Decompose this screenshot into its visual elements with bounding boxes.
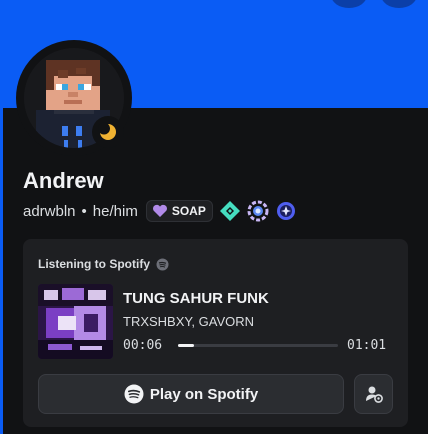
idle-moon-icon [98, 122, 116, 140]
duration-time: 01:01 [347, 338, 387, 353]
profile-meta-row: adrwbln • he/him SOAP [23, 198, 297, 224]
username[interactable]: adrwbln [23, 203, 76, 220]
status-indicator [92, 116, 124, 148]
heart-icon [152, 204, 167, 217]
album-art[interactable] [38, 284, 113, 359]
server-booster-icon[interactable] [247, 200, 269, 222]
play-button-label: Play on Spotify [149, 385, 259, 403]
clan-tag[interactable]: SOAP [145, 200, 213, 222]
play-on-spotify-button[interactable]: Play on Spotify [38, 374, 344, 414]
banner-action-button[interactable] [331, 0, 367, 8]
progress-bar [178, 344, 338, 347]
pronouns: he/him [92, 202, 138, 220]
album-cover-image [38, 284, 113, 359]
user-settings-icon [365, 386, 383, 403]
display-name: Andrew [23, 168, 104, 193]
activity-card: Listening to Spotify TUNG SAHUR FUNK TRX… [23, 239, 408, 427]
meta-separator: • [81, 202, 87, 220]
clan-tag-label: SOAP [171, 204, 206, 218]
hypesquad-balance-icon[interactable] [219, 200, 241, 222]
activity-header-label: Listening to Spotify [38, 257, 150, 271]
quest-badge-icon[interactable] [275, 200, 297, 222]
view-profile-button[interactable] [354, 374, 393, 414]
activity-header: Listening to Spotify [38, 257, 169, 271]
spotify-logo-icon [124, 384, 144, 404]
track-title[interactable]: TUNG SAHUR FUNK [123, 290, 269, 307]
elapsed-time: 00:06 [123, 338, 163, 353]
progress-fill [178, 344, 194, 347]
track-artist[interactable]: TRXSHBXY, GAVORN [123, 314, 254, 329]
spotify-icon [156, 258, 169, 270]
banner-menu-button[interactable] [381, 0, 417, 8]
accent-edge [0, 0, 3, 434]
